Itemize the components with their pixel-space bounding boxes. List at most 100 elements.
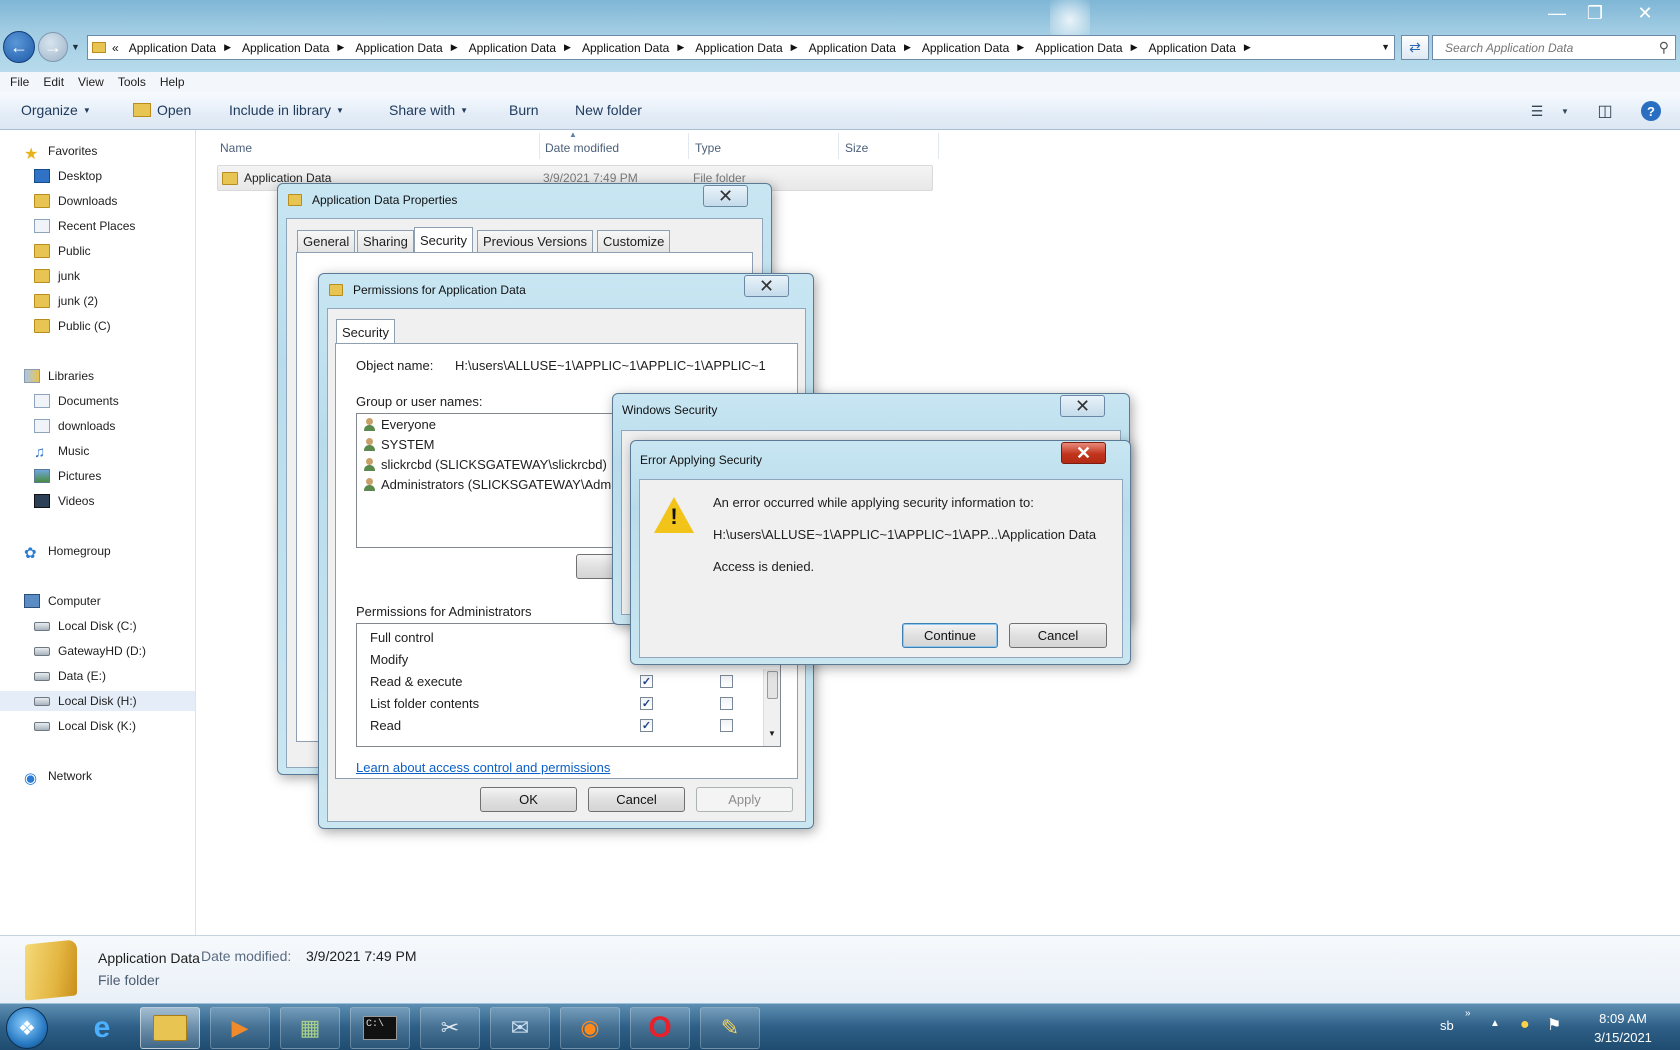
nav-drive-d[interactable]: GatewayHD (D:) — [34, 641, 146, 661]
action-center-flag-icon[interactable]: ⚑ — [1547, 1015, 1561, 1035]
search-icon[interactable]: ⚲ — [1659, 39, 1669, 56]
internet-explorer-icon[interactable]: e — [72, 1007, 132, 1049]
scroll-down-icon[interactable]: ▼ — [768, 729, 776, 738]
list-item[interactable]: Administrators (SLICKSGATEWAY\Adm — [363, 475, 611, 494]
nav-lib-downloads[interactable]: downloads — [34, 416, 115, 436]
cancel-button[interactable]: Cancel — [588, 787, 685, 812]
apply-button[interactable]: Apply — [696, 787, 793, 812]
breadcrumb-item[interactable]: Application Data — [355, 41, 442, 55]
chevron-right-icon[interactable]: ▶ — [337, 42, 344, 53]
chevron-right-icon[interactable]: ▶ — [677, 42, 684, 53]
column-size[interactable]: Size — [845, 137, 868, 159]
refresh-button[interactable]: ⇄ — [1401, 35, 1429, 60]
nav-public-c[interactable]: Public (C) — [34, 316, 111, 336]
nav-drive-h[interactable]: Local Disk (H:) — [0, 691, 195, 711]
clock[interactable]: 8:09 AM 3/15/2021 — [1578, 1009, 1668, 1047]
windows-explorer-icon[interactable] — [140, 1007, 200, 1049]
close-button[interactable]: ✕ — [744, 275, 789, 297]
media-player-icon[interactable]: ▶ — [210, 1007, 270, 1049]
column-divider[interactable] — [838, 133, 839, 159]
close-window-button[interactable]: ✕ — [1625, 2, 1665, 24]
breadcrumb-item[interactable]: Application Data — [582, 41, 669, 55]
show-hidden-icons-icon[interactable]: ▲ — [1490, 1018, 1500, 1029]
tab-customize[interactable]: Customize — [597, 230, 671, 252]
view-options-icon[interactable]: ☰ — [1523, 99, 1551, 123]
breadcrumb-item[interactable]: Application Data — [809, 41, 896, 55]
menu-help[interactable]: Help — [160, 75, 185, 89]
chevron-right-icon[interactable]: ▶ — [451, 42, 458, 53]
nav-recent-places[interactable]: Recent Places — [34, 216, 135, 236]
menu-edit[interactable]: Edit — [43, 75, 64, 89]
learn-more-link[interactable]: Learn about access control and permissio… — [356, 760, 610, 775]
breadcrumb-item[interactable]: Application Data — [242, 41, 329, 55]
column-divider[interactable] — [938, 133, 939, 159]
command-prompt-icon[interactable]: C:\ — [350, 1007, 410, 1049]
nav-music[interactable]: ♫ Music — [34, 441, 89, 461]
tab-previous-versions[interactable]: Previous Versions — [477, 230, 594, 252]
chevron-right-icon[interactable]: ▶ — [904, 42, 911, 53]
chevron-right-icon[interactable]: ▶ — [224, 42, 231, 53]
chevron-right-icon[interactable]: ▶ — [791, 42, 798, 53]
breadcrumb-overflow[interactable]: « — [112, 41, 119, 55]
nav-drive-c[interactable]: Local Disk (C:) — [34, 616, 137, 636]
restore-button[interactable]: ❐ — [1575, 2, 1615, 24]
continue-button[interactable]: Continue — [902, 623, 998, 648]
scrollbar-thumb[interactable] — [767, 671, 778, 699]
nav-desktop[interactable]: Desktop — [34, 166, 102, 186]
deny-checkbox[interactable] — [720, 697, 733, 710]
menu-tools[interactable]: Tools — [118, 75, 146, 89]
list-item[interactable]: slickrcbd (SLICKSGATEWAY\slickrcbd) — [363, 455, 607, 474]
tray-chevron-icon[interactable]: » — [1465, 1008, 1471, 1019]
share-with-button[interactable]: Share with ▼ — [389, 102, 468, 118]
allow-checkbox[interactable]: ✓ — [640, 719, 653, 732]
nav-junk[interactable]: junk — [34, 266, 80, 286]
tab-security[interactable]: Security — [414, 227, 473, 252]
view-dropdown-icon[interactable]: ▼ — [1551, 99, 1579, 123]
tray-text[interactable]: sb — [1440, 1018, 1454, 1033]
nav-computer[interactable]: Computer — [24, 591, 101, 611]
new-folder-button[interactable]: New folder — [575, 102, 642, 118]
column-type[interactable]: Type — [695, 137, 721, 159]
paint-icon[interactable]: ✎ — [700, 1007, 760, 1049]
permissions-scrollbar[interactable]: ▼ — [763, 669, 780, 746]
recent-pages-dropdown[interactable]: ▼ — [71, 42, 80, 52]
close-button[interactable]: ✕ — [1060, 395, 1105, 417]
breadcrumb-item[interactable]: Application Data — [922, 41, 1009, 55]
deny-checkbox[interactable] — [720, 675, 733, 688]
nav-drive-k[interactable]: Local Disk (K:) — [34, 716, 136, 736]
list-item[interactable]: Everyone — [363, 415, 436, 434]
deny-checkbox[interactable] — [720, 719, 733, 732]
search-box[interactable]: ⚲ — [1432, 35, 1676, 60]
breadcrumb-item[interactable]: Application Data — [695, 41, 782, 55]
opera-icon[interactable]: O — [630, 1007, 690, 1049]
cancel-button[interactable]: Cancel — [1009, 623, 1107, 648]
chevron-right-icon[interactable]: ▶ — [1131, 42, 1138, 53]
security-tray-icon[interactable]: ● — [1520, 1016, 1530, 1034]
nav-homegroup[interactable]: ✿ Homegroup — [24, 541, 111, 562]
breadcrumb-item[interactable]: Application Data — [1035, 41, 1122, 55]
breadcrumb-item[interactable]: Application Data — [129, 41, 216, 55]
chevron-right-icon[interactable]: ▶ — [564, 42, 571, 53]
column-name[interactable]: Name — [220, 137, 252, 159]
allow-checkbox[interactable]: ✓ — [640, 675, 653, 688]
search-input[interactable] — [1445, 40, 1645, 55]
nav-public[interactable]: Public — [34, 241, 91, 261]
menu-view[interactable]: View — [78, 75, 104, 89]
nav-junk-2[interactable]: junk (2) — [34, 291, 98, 311]
preview-pane-icon[interactable]: ◫ — [1591, 99, 1619, 123]
organize-button[interactable]: Organize ▼ — [21, 102, 91, 118]
tab-general[interactable]: General — [297, 230, 356, 252]
ok-button[interactable]: OK — [480, 787, 577, 812]
nav-documents[interactable]: Documents — [34, 391, 119, 411]
breadcrumb-item[interactable]: Application Data — [469, 41, 556, 55]
close-button[interactable]: ✕ — [1061, 442, 1106, 464]
tab-sharing[interactable]: Sharing — [357, 230, 414, 252]
include-in-library-button[interactable]: Include in library ▼ — [229, 102, 344, 118]
task-manager-icon[interactable]: ▦ — [280, 1007, 340, 1049]
allow-checkbox[interactable]: ✓ — [640, 697, 653, 710]
help-button[interactable]: ? — [1637, 99, 1665, 123]
nav-videos[interactable]: Videos — [34, 491, 94, 511]
chevron-right-icon[interactable]: ▶ — [1017, 42, 1024, 53]
start-button[interactable]: ❖ — [6, 1007, 48, 1049]
firefox-icon[interactable]: ◉ — [560, 1007, 620, 1049]
